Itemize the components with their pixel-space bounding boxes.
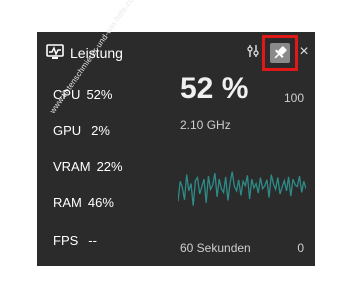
pin-button-highlight[interactable] bbox=[262, 35, 298, 71]
graph-time-window: 60 Sekunden bbox=[180, 241, 251, 255]
close-icon[interactable]: × bbox=[297, 43, 311, 61]
current-usage-value: 52 % bbox=[180, 72, 249, 105]
cpu-frequency: 2.10 GHz bbox=[180, 118, 231, 132]
metric-label: GPU bbox=[53, 123, 82, 138]
metric-fps[interactable]: FPS -- bbox=[53, 233, 97, 248]
graph-scale-min: 0 bbox=[297, 241, 304, 255]
metric-label: FPS bbox=[53, 233, 79, 248]
metric-value: 46% bbox=[87, 195, 114, 210]
metric-value: 2% bbox=[91, 123, 110, 138]
metric-value: 52% bbox=[86, 87, 113, 102]
performance-monitor-icon bbox=[46, 44, 64, 60]
metric-value: -- bbox=[88, 233, 97, 248]
metric-label: RAM bbox=[53, 195, 82, 210]
metric-vram[interactable]: VRAM 22% bbox=[53, 159, 123, 174]
metric-ram[interactable]: RAM 46% bbox=[53, 195, 114, 210]
graph-scale-max: 100 bbox=[283, 91, 304, 105]
usage-graph bbox=[178, 171, 306, 206]
options-icon[interactable] bbox=[246, 43, 260, 61]
pin-icon[interactable] bbox=[270, 43, 290, 63]
metric-value: 22% bbox=[96, 159, 123, 174]
usage-graph-line bbox=[178, 171, 306, 206]
metric-gpu[interactable]: GPU 2% bbox=[53, 123, 110, 138]
metric-label: VRAM bbox=[53, 159, 91, 174]
